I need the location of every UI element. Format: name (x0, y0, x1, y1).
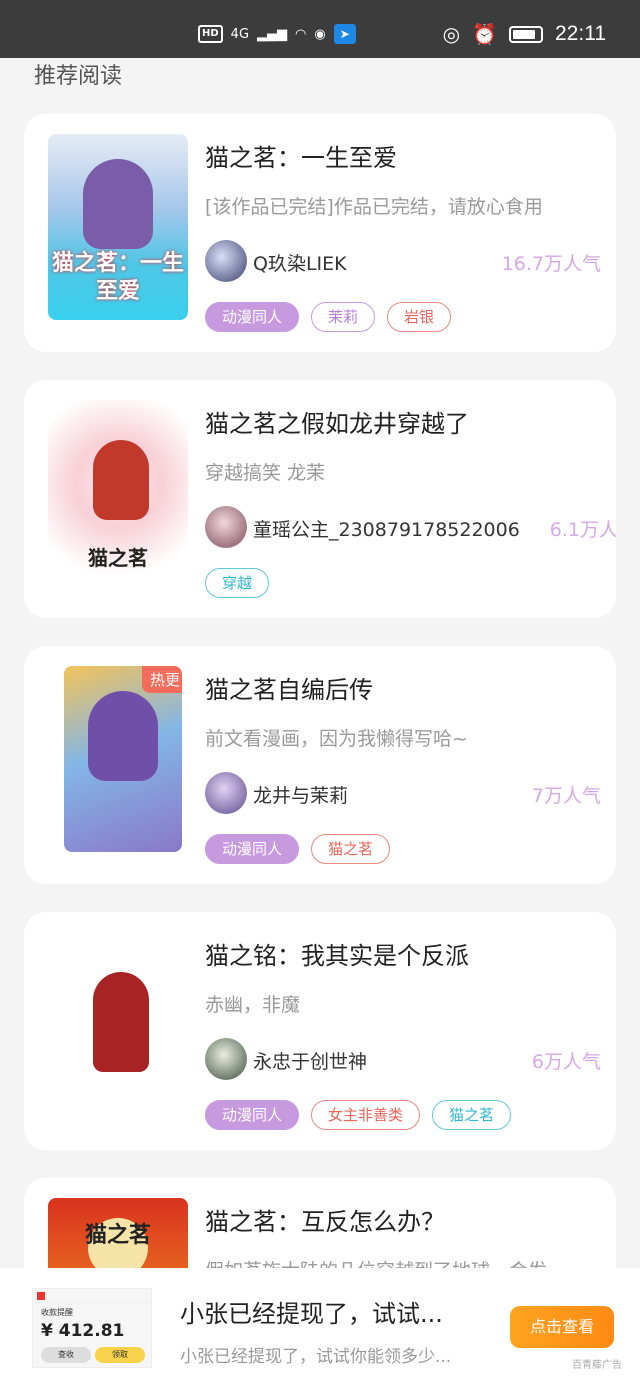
cover-illustration (83, 159, 153, 249)
ad-title[interactable]: 小张已经提现了，试试... (180, 1294, 443, 1329)
avatar[interactable] (205, 240, 247, 282)
avatar[interactable] (205, 772, 247, 814)
book-title[interactable]: 猫之铭：我其实是个反派 (205, 936, 469, 971)
book-card[interactable]: 猫之茗：一生至爱 猫之茗：一生至爱 [该作品已完结]作品已完结，请放心食用 Q玖… (24, 114, 616, 352)
cover-title-art: 猫之茗：一生至爱 (51, 251, 184, 304)
book-description: 赤幽，非魔 (205, 994, 301, 1016)
book-title[interactable]: 猫之茗：一生至爱 (205, 138, 397, 173)
cover-illustration (93, 440, 149, 520)
tag[interactable]: 穿越 (205, 568, 270, 598)
book-cover[interactable]: 猫之茗：一生至爱 (48, 134, 188, 320)
tag[interactable]: 猫之茗 (311, 834, 391, 864)
eye-icon: ◎ (442, 22, 461, 46)
network-type: 4G (230, 26, 250, 42)
ad-image-header (33, 1289, 151, 1303)
tag[interactable]: 女主非善类 (311, 1100, 421, 1130)
status-left-icons: HD 4G ▂▄▆ ◠ ◉ ➤ (198, 24, 356, 44)
book-title[interactable]: 猫之茗之假如龙井穿越了 (205, 404, 469, 439)
alarm-icon: ⏰ (472, 22, 497, 46)
author-row: Q玖染LIEK 16.7万人气 (205, 240, 605, 282)
book-cover[interactable] (48, 932, 188, 1118)
signal-icon: ▂▄▆ (257, 26, 288, 42)
avatar[interactable] (205, 1038, 247, 1080)
ad-image-label: 收款提醒 (41, 1308, 73, 1317)
ad-image-button-check: 查收 (41, 1347, 91, 1363)
popularity: 6万人气 (531, 1051, 601, 1073)
author-row: 童瑶公主_230879178522006 6.1万人气 (205, 506, 616, 548)
popularity: 16.7万人气 (501, 253, 601, 275)
tag[interactable]: 岩银 (387, 302, 452, 332)
ad-view-button[interactable]: 点击查看 (510, 1306, 614, 1348)
popularity: 7万人气 (531, 785, 601, 807)
status-bar: HD 4G ▂▄▆ ◠ ◉ ➤ ◎ ⏰ 22:11 (0, 0, 640, 58)
status-right: ◎ ⏰ 22:11 (443, 22, 606, 46)
hot-update-badge: 热更 (141, 666, 182, 693)
ad-image-button-claim: 领取 (95, 1347, 145, 1363)
cover-title-art: 猫之茗 (84, 1223, 151, 1248)
author-name[interactable]: 永忠于创世神 (253, 1047, 367, 1074)
wechat-icon: ◉ (314, 26, 326, 42)
book-description: 穿越搞笑 龙茉 (205, 462, 326, 484)
hd-icon: HD (198, 25, 223, 43)
ad-banner[interactable]: 收款提醒 ¥ 412.81 查收 领取 小张已经提现了，试试... 小张已经提现… (0, 1268, 640, 1386)
book-description: [该作品已完结]作品已完结，请放心食用 (205, 196, 543, 218)
popularity: 6.1万人气 (549, 519, 616, 541)
cover-title-art: 猫之茗 (88, 546, 148, 570)
wifi-icon: ◠ (295, 26, 307, 42)
book-title[interactable]: 猫之茗：互反怎么办？ (205, 1202, 445, 1237)
book-description: 前文看漫画，因为我懒得写哈~ (205, 728, 468, 750)
book-card[interactable]: 猫之茗 猫之茗之假如龙井穿越了 穿越搞笑 龙茉 童瑶公主_23087917852… (24, 380, 616, 618)
tag-list: 动漫同人 猫之茗 (205, 834, 391, 864)
author-name[interactable]: 龙井与茉莉 (253, 781, 348, 808)
author-name[interactable]: Q玖染LIEK (253, 249, 347, 276)
tag[interactable]: 动漫同人 (205, 1100, 300, 1130)
book-card[interactable]: 热更 猫之茗自编后传 前文看漫画，因为我懒得写哈~ 龙井与茉莉 7万人气 动漫同… (24, 646, 616, 884)
book-card[interactable]: 猫之铭：我其实是个反派 赤幽，非魔 永忠于创世神 6万人气 动漫同人 女主非善类… (24, 912, 616, 1150)
book-cover[interactable]: 猫之茗 (48, 400, 188, 586)
tag[interactable]: 动漫同人 (205, 834, 300, 864)
tag-list: 穿越 (205, 568, 270, 598)
ad-app-icon (37, 1292, 45, 1300)
section-title: 推荐阅读 (34, 64, 123, 89)
ad-image[interactable]: 收款提醒 ¥ 412.81 查收 领取 (32, 1288, 152, 1368)
tag[interactable]: 猫之茗 (432, 1100, 512, 1130)
avatar[interactable] (205, 506, 247, 548)
app-notification-icon: ➤ (333, 24, 356, 44)
tag-list: 动漫同人 女主非善类 猫之茗 (205, 1100, 512, 1130)
book-title[interactable]: 猫之茗自编后传 (205, 670, 373, 705)
ad-image-amount: ¥ 412.81 (41, 1321, 125, 1341)
tag[interactable]: 动漫同人 (205, 302, 300, 332)
ad-subtitle: 小张已经提现了，试试你能领多少... (180, 1347, 452, 1367)
ad-source-label: 百青藤广告 (572, 1360, 622, 1371)
tag-list: 动漫同人 茉莉 岩银 (205, 302, 452, 332)
author-row: 龙井与茉莉 7万人气 (205, 772, 605, 814)
author-row: 永忠于创世神 6万人气 (205, 1038, 605, 1080)
tag[interactable]: 茉莉 (311, 302, 376, 332)
clock: 22:11 (555, 22, 606, 45)
author-name[interactable]: 童瑶公主_230879178522006 (253, 515, 520, 542)
book-cover[interactable]: 热更 (64, 666, 182, 852)
cover-illustration (93, 972, 149, 1072)
battery-icon (509, 25, 543, 43)
cover-illustration (88, 691, 158, 781)
